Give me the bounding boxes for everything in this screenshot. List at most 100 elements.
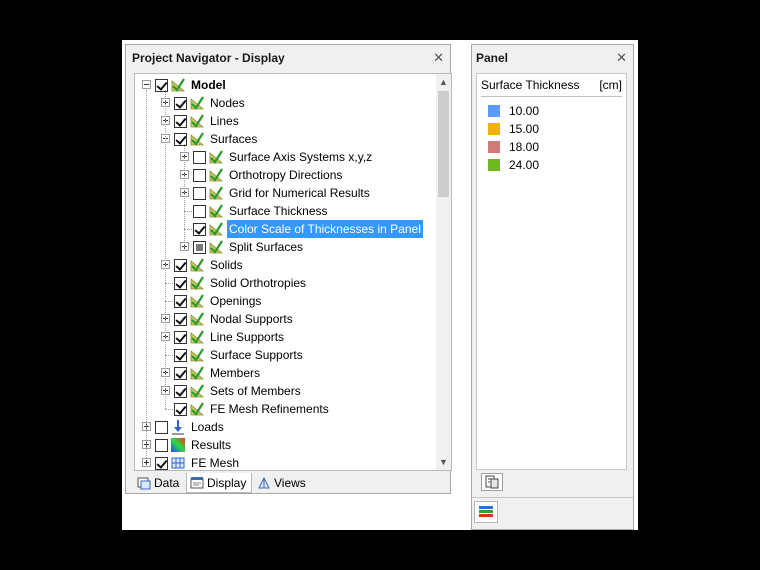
tree-guide-line	[146, 90, 147, 458]
tab-data[interactable]: Data	[134, 473, 186, 493]
visibility-checkbox[interactable]	[155, 439, 168, 452]
panel-color-scale-tab[interactable]	[474, 501, 498, 523]
tree-item-surfaces[interactable]: Surfaces	[135, 130, 437, 148]
tree-vertical-scrollbar[interactable]: ▲ ▼	[436, 74, 451, 470]
collapse-minus-icon[interactable]	[142, 80, 151, 89]
tree-item-split-surfaces[interactable]: Split Surfaces	[135, 238, 437, 256]
navigator-close-icon[interactable]: ✕	[433, 45, 444, 71]
tree-connector-line	[184, 229, 192, 230]
panel-settings-icon	[485, 475, 499, 489]
visibility-checkbox[interactable]	[174, 295, 187, 308]
visibility-checkbox[interactable]	[155, 421, 168, 434]
tree-item-surface-supports[interactable]: Surface Supports	[135, 346, 437, 364]
visibility-checkbox[interactable]	[174, 133, 187, 146]
tree-item-fe-mesh[interactable]: FE Mesh	[135, 454, 437, 470]
tree-item-label: Loads	[191, 420, 224, 434]
visibility-checkbox[interactable]	[174, 277, 187, 290]
scroll-up-arrow-icon[interactable]: ▲	[436, 74, 451, 90]
tree-item-label: Surface Thickness	[229, 204, 328, 218]
model-check-icon	[209, 186, 224, 200]
visibility-checkbox[interactable]	[174, 403, 187, 416]
data-tab-icon	[137, 477, 151, 490]
tree-item-label: Results	[191, 438, 232, 452]
tree-guide-line	[165, 90, 166, 409]
tree-item-solids[interactable]: Solids	[135, 256, 437, 274]
scroll-thumb[interactable]	[438, 91, 449, 197]
visibility-checkbox[interactable]	[174, 259, 187, 272]
legend-value: 10.00	[509, 104, 540, 118]
tree-item-label: Split Surfaces	[229, 240, 304, 254]
tree-item-surface-thickness[interactable]: Surface Thickness	[135, 202, 437, 220]
tree-item-orthotropy-directions[interactable]: Orthotropy Directions	[135, 166, 437, 184]
expand-plus-icon[interactable]	[142, 458, 151, 467]
tree-item-model[interactable]: Model	[135, 76, 437, 94]
model-check-icon	[190, 294, 205, 308]
tree-item-sets-of-members[interactable]: Sets of Members	[135, 382, 437, 400]
model-check-icon	[209, 150, 224, 164]
visibility-checkbox[interactable]	[193, 169, 206, 182]
navigator-tree-view[interactable]: Model Nodes Lines Surfaces Surface Axis Syst…	[134, 73, 452, 471]
project-navigator-window: Project Navigator - Display ✕ Model Nodes…	[125, 44, 452, 494]
visibility-checkbox[interactable]	[174, 97, 187, 110]
tab-views-label: Views	[274, 476, 306, 490]
tree-item-label: Openings	[210, 294, 262, 308]
visibility-checkbox[interactable]	[155, 457, 168, 470]
tree-item-surface-axis-systems-x-y-z[interactable]: Surface Axis Systems x,y,z	[135, 148, 437, 166]
visibility-checkbox[interactable]	[174, 331, 187, 344]
tree-item-nodes[interactable]: Nodes	[135, 94, 437, 112]
legend-value: 18.00	[509, 140, 540, 154]
navigator-title: Project Navigator - Display	[132, 51, 285, 65]
tree-item-nodal-supports[interactable]: Nodal Supports	[135, 310, 437, 328]
tree-item-line-supports[interactable]: Line Supports	[135, 328, 437, 346]
tree-item-label: Members	[210, 366, 261, 380]
visibility-checkbox[interactable]	[193, 187, 206, 200]
model-check-icon	[190, 96, 205, 110]
legend-unit: [cm]	[599, 78, 622, 92]
visibility-checkbox[interactable]	[193, 205, 206, 218]
legend-value: 24.00	[509, 158, 540, 172]
tree-item-color-scale-of-thicknesses-in-panel[interactable]: Color Scale of Thicknesses in Panel	[135, 220, 437, 238]
visibility-checkbox[interactable]	[174, 367, 187, 380]
tree-item-grid-for-numerical-results[interactable]: Grid for Numerical Results	[135, 184, 437, 202]
scroll-down-arrow-icon[interactable]: ▼	[436, 454, 451, 470]
visibility-checkbox[interactable]	[174, 115, 187, 128]
tree-item-label: Grid for Numerical Results	[229, 186, 370, 200]
panel-close-icon[interactable]: ✕	[616, 45, 627, 71]
tree-item-label: Line Supports	[210, 330, 285, 344]
tree-item-members[interactable]: Members	[135, 364, 437, 382]
tree-item-fe-mesh-refinements[interactable]: FE Mesh Refinements	[135, 400, 437, 418]
tree-connector-line	[165, 409, 173, 410]
visibility-checkbox[interactable]	[174, 349, 187, 362]
tree-item-label: Nodes	[210, 96, 245, 110]
visibility-checkbox[interactable]	[174, 313, 187, 326]
panel-settings-button[interactable]	[481, 473, 503, 491]
tree-item-label: Color Scale of Thicknesses in Panel	[227, 220, 423, 238]
model-check-icon	[190, 330, 205, 344]
tab-display[interactable]: Display	[186, 473, 252, 493]
visibility-checkbox[interactable]	[193, 223, 206, 236]
model-check-icon	[190, 312, 205, 326]
tree-item-solid-orthotropies[interactable]: Solid Orthotropies	[135, 274, 437, 292]
visibility-checkbox[interactable]	[193, 151, 206, 164]
model-check-icon	[209, 204, 224, 218]
visibility-checkbox[interactable]	[155, 79, 168, 92]
tree-item-label: Surface Supports	[210, 348, 303, 362]
results-gradient-icon	[171, 438, 185, 452]
visibility-checkbox[interactable]	[193, 241, 206, 254]
color-swatch	[488, 105, 500, 117]
tree-item-results[interactable]: Results	[135, 436, 437, 454]
tree-item-lines[interactable]: Lines	[135, 112, 437, 130]
visibility-checkbox[interactable]	[174, 385, 187, 398]
tree-item-loads[interactable]: Loads	[135, 418, 437, 436]
color-swatch	[488, 123, 500, 135]
tab-views[interactable]: Views	[254, 473, 310, 493]
tree-connector-line	[165, 283, 173, 284]
tree-item-openings[interactable]: Openings	[135, 292, 437, 310]
tree-guide-line	[184, 144, 185, 247]
screenshot-canvas: Project Navigator - Display ✕ Model Nodes…	[122, 40, 638, 530]
display-tab-icon	[190, 477, 204, 489]
tree-connector-line	[184, 211, 192, 212]
model-check-icon	[209, 240, 224, 254]
panel-title: Panel	[476, 51, 509, 65]
model-check-icon	[190, 384, 205, 398]
